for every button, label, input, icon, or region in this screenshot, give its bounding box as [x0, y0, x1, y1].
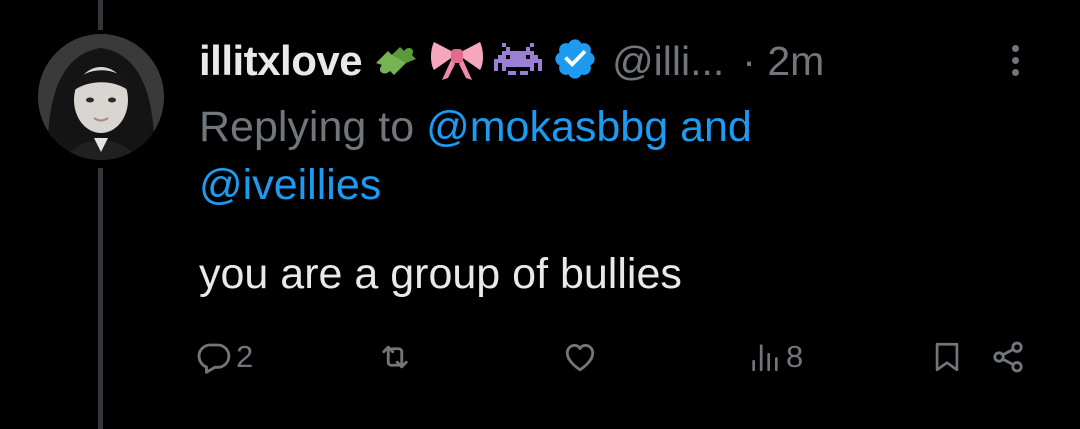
action-bar: 2 8 — [196, 334, 1036, 380]
replying-to: Replying to @mokasbbg and @iveillies — [199, 98, 959, 214]
alien-monster-emoji — [494, 39, 543, 84]
views-chart-icon — [748, 339, 782, 375]
views-count: 8 — [786, 339, 804, 374]
ribbon-emoji — [428, 36, 486, 87]
avatar[interactable] — [38, 34, 164, 160]
user-handle[interactable]: @illi... — [612, 38, 724, 85]
tweet-header: illitxlove @illi... · 2m — [199, 34, 824, 88]
share-button[interactable] — [990, 334, 1026, 380]
views-button[interactable]: 8 — [748, 334, 803, 380]
verified-badge-icon[interactable] — [552, 36, 598, 87]
heart-icon — [562, 339, 598, 375]
retweet-button[interactable] — [376, 334, 418, 380]
bookmark-button[interactable] — [930, 334, 964, 380]
timestamp[interactable]: · 2m — [742, 38, 824, 85]
replying-to-label: Replying to — [199, 103, 427, 151]
more-options-icon[interactable] — [1000, 38, 1030, 82]
puzzle-piece-emoji — [370, 37, 420, 86]
reply-button[interactable]: 2 — [196, 334, 253, 380]
reply-icon — [196, 339, 232, 375]
reply-and-text[interactable]: and — [668, 103, 752, 151]
reply-count: 2 — [236, 339, 254, 374]
share-icon — [990, 339, 1026, 375]
display-name[interactable]: illitxlove — [199, 37, 363, 85]
thread-line — [98, 168, 103, 429]
like-button[interactable] — [562, 334, 602, 380]
mention-link[interactable]: @mokasbbg — [426, 103, 668, 151]
retweet-icon — [376, 339, 414, 375]
bookmark-icon — [930, 339, 964, 375]
thread-line-top — [98, 0, 103, 30]
tweet-text: you are a group of bullies — [199, 250, 682, 298]
mention-link[interactable]: @iveillies — [199, 161, 381, 209]
